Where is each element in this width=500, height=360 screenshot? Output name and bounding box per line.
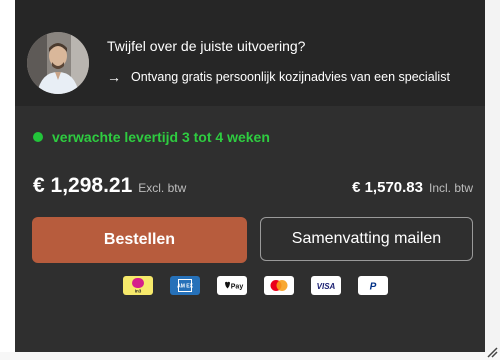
price-incl-label: Incl. btw <box>428 181 473 195</box>
specialist-avatar <box>27 32 89 94</box>
arrow-right-icon: → <box>107 69 121 85</box>
apple-pay-icon: Pay <box>217 276 247 295</box>
advice-link[interactable]: → Ontvang gratis persoonlijk kozijnadvie… <box>107 69 450 85</box>
amex-icon: AM EX <box>170 276 200 295</box>
avatar-photo-icon <box>27 32 89 94</box>
advice-link-text[interactable]: Ontvang gratis persoonlijk kozijnadvies … <box>131 70 450 84</box>
payment-methods: in3 AM EX Pay VISA P <box>123 276 388 295</box>
top-strip <box>15 0 485 20</box>
price-excl-vat: € 1,298.21 Excl. btw <box>33 174 186 198</box>
advice-banner[interactable]: Twijfel over de juiste uitvoering? → Ont… <box>15 20 485 106</box>
page-scrollbar[interactable] <box>485 0 500 360</box>
price-incl-amount: € 1,570.83 <box>352 179 423 196</box>
visa-logo-text: VISA <box>317 282 336 291</box>
paypal-icon: P <box>358 276 388 295</box>
resize-corner-icon[interactable] <box>486 346 498 358</box>
paypal-logo-text: P <box>370 282 377 293</box>
price-excl-label: Excl. btw <box>138 181 187 195</box>
status-dot-icon <box>33 132 43 142</box>
visa-icon: VISA <box>311 276 341 295</box>
delivery-status: verwachte levertijd 3 tot 4 weken <box>33 129 270 145</box>
applepay-logo-text: Pay <box>231 284 244 291</box>
price-incl-vat: € 1,570.83 Incl. btw <box>352 179 473 196</box>
mail-summary-button[interactable]: Samenvatting mailen <box>260 217 473 261</box>
delivery-time-text: verwachte levertijd 3 tot 4 weken <box>52 129 270 145</box>
in3-logo-text: in3 <box>135 289 142 294</box>
amex-logo-text: AM EX <box>177 284 194 290</box>
price-excl-amount: € 1,298.21 <box>33 174 133 197</box>
ideal-in3-icon: in3 <box>123 276 153 295</box>
bottom-edge <box>0 352 500 360</box>
advice-title: Twijfel over de juiste uitvoering? <box>107 38 306 54</box>
mastercard-icon <box>264 276 294 295</box>
product-summary-panel: Twijfel over de juiste uitvoering? → Ont… <box>15 0 485 352</box>
order-button[interactable]: Bestellen <box>32 217 247 263</box>
